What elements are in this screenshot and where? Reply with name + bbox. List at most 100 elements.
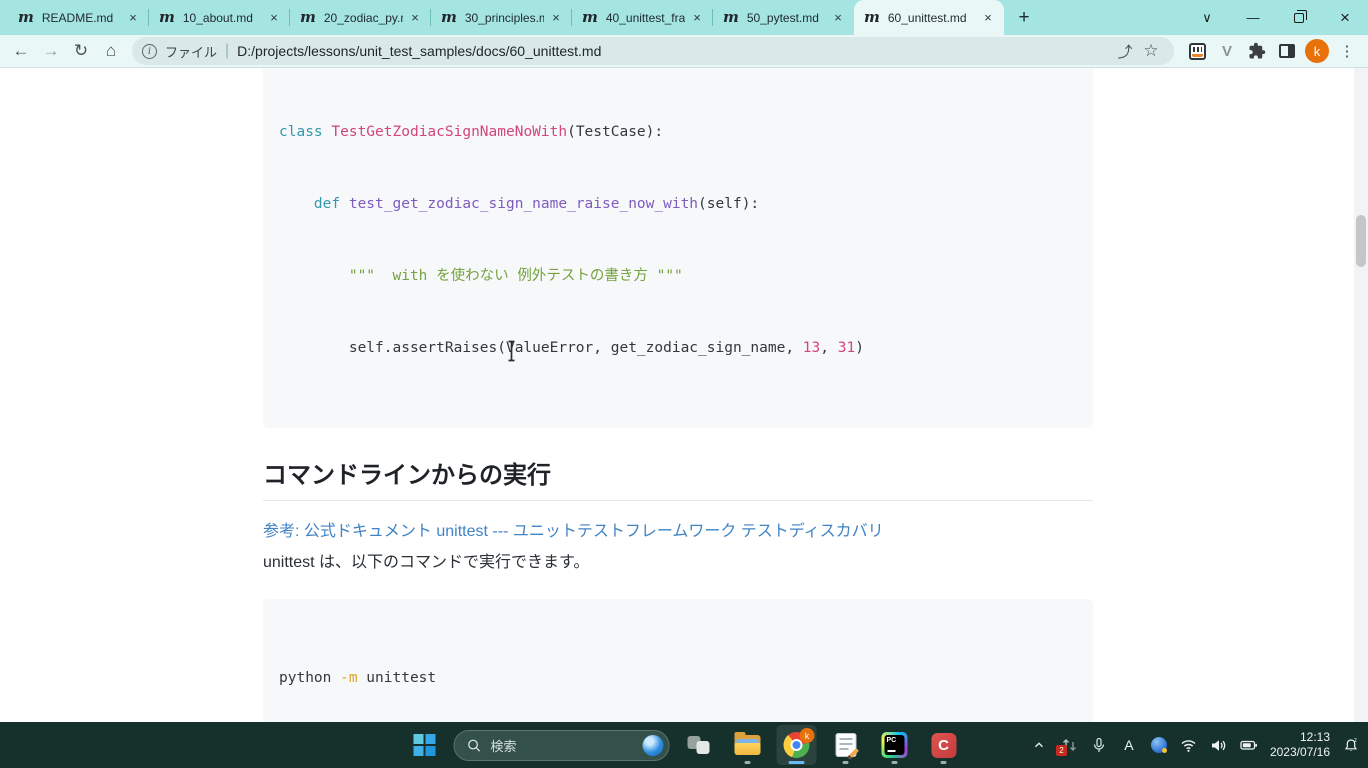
address-bar[interactable]: i ファイル | D:/projects/lessons/unit_test_s…	[132, 37, 1174, 65]
text-token: TestGetZodiacSignNameNoWith	[331, 124, 567, 140]
code-line: python -m unittest	[279, 666, 1077, 690]
back-button[interactable]: ←	[6, 37, 36, 65]
tab-close-icon[interactable]: ×	[980, 10, 996, 26]
battery-icon[interactable]	[1236, 728, 1262, 762]
tab-30-principles[interactable]: m 30_principles.md ×	[431, 0, 572, 35]
forward-button[interactable]: →	[36, 37, 66, 65]
markdown-favicon-icon: m	[159, 10, 175, 25]
running-indicator	[941, 761, 947, 764]
browser-menu-button[interactable]: ⋮	[1334, 38, 1360, 64]
microphone-icon[interactable]	[1086, 728, 1112, 762]
tray-chevron-up-icon[interactable]	[1026, 728, 1052, 762]
pycharm-button[interactable]: PC	[875, 725, 915, 765]
markdown-viewer-extension-icon[interactable]	[1184, 38, 1210, 64]
text-token: 31	[838, 340, 855, 356]
minimize-button[interactable]: —	[1230, 0, 1276, 35]
notepad-button[interactable]	[826, 725, 866, 765]
url-text[interactable]: D:/projects/lessons/unit_test_samples/do…	[237, 43, 1112, 59]
tab-50-pytest[interactable]: m 50_pytest.md ×	[713, 0, 854, 35]
reference-prefix: 参考:	[263, 523, 304, 540]
chrome-icon: k	[784, 732, 810, 758]
scrollbar[interactable]	[1354, 68, 1368, 722]
file-explorer-button[interactable]	[728, 725, 768, 765]
updater-tray-icon[interactable]: 2	[1056, 728, 1082, 762]
tab-label: 40_unittest_frame	[606, 11, 685, 25]
search-placeholder: 検索	[491, 736, 634, 755]
tab-20-zodiac[interactable]: m 20_zodiac_py.md ×	[290, 0, 431, 35]
text-token: )	[855, 340, 864, 356]
page-content: class TestGetZodiacSignNameNoWith(TestCa…	[0, 68, 1368, 722]
tab-40-unittest-framework[interactable]: m 40_unittest_frame ×	[572, 0, 713, 35]
tab-close-icon[interactable]: ×	[548, 10, 564, 26]
blue-globe-glyph	[1151, 737, 1167, 753]
chrome-profile-badge: k	[800, 728, 815, 743]
vimium-extension-icon[interactable]: V	[1214, 38, 1240, 64]
windows-taskbar: 検索 k PC	[0, 722, 1368, 768]
volume-icon[interactable]	[1206, 728, 1232, 762]
new-tab-button[interactable]: +	[1010, 4, 1038, 32]
doc-link-discovery[interactable]: テストディスカバリ	[741, 523, 884, 540]
section-heading: コマンドラインからの実行	[263, 455, 1093, 501]
code-line: def test_get_zodiac_sign_name_raise_now_…	[279, 192, 1077, 216]
text-token: """ with を使わない 例外テストの書き方 """	[349, 268, 683, 284]
notepad-icon	[835, 733, 856, 757]
tab-close-icon[interactable]: ×	[125, 10, 141, 26]
weather-widget-icon[interactable]	[1146, 728, 1172, 762]
tab-search-chevron-icon[interactable]: ∨	[1184, 0, 1230, 35]
scheme-separator: |	[225, 42, 229, 60]
notification-bell-dnd-icon[interactable]: z	[1338, 728, 1364, 762]
start-button[interactable]	[405, 725, 445, 765]
python-code-block: class TestGetZodiacSignNameNoWith(TestCa…	[263, 68, 1093, 428]
markdown-favicon-icon: m	[723, 10, 739, 25]
text-token: (self):	[698, 196, 759, 212]
tab-60-unittest-active[interactable]: m 60_unittest.md ×	[854, 0, 1004, 35]
task-view-icon	[688, 736, 710, 754]
restore-button[interactable]	[1276, 0, 1322, 35]
tab-close-icon[interactable]: ×	[689, 10, 705, 26]
puzzle-glyph	[1248, 42, 1266, 60]
ime-mode-indicator[interactable]: A	[1116, 728, 1142, 762]
side-panel-glyph	[1279, 44, 1295, 58]
share-icon[interactable]: ⤴	[1112, 39, 1138, 63]
scrollbar-thumb[interactable]	[1356, 215, 1366, 267]
side-panel-icon[interactable]	[1274, 38, 1300, 64]
close-button[interactable]: ×	[1322, 0, 1368, 35]
tab-close-icon[interactable]: ×	[266, 10, 282, 26]
tab-label: 60_unittest.md	[888, 11, 976, 25]
tab-close-icon[interactable]: ×	[830, 10, 846, 26]
tab-close-icon[interactable]: ×	[407, 10, 423, 26]
markdown-document: class TestGetZodiacSignNameNoWith(TestCa…	[263, 68, 1093, 722]
chrome-button[interactable]: k	[777, 725, 817, 765]
wifi-icon[interactable]	[1176, 728, 1202, 762]
avatar: k	[1305, 39, 1329, 63]
tab-10-about[interactable]: m 10_about.md ×	[149, 0, 290, 35]
pycharm-icon: PC	[882, 732, 908, 758]
tab-readme[interactable]: m README.md ×	[8, 0, 149, 35]
running-indicator	[745, 761, 751, 764]
page-info-icon[interactable]: i	[142, 44, 157, 59]
taskbar-search[interactable]: 検索	[454, 730, 670, 761]
code-line: """ with を使わない 例外テストの書き方 """	[279, 264, 1077, 288]
tab-label: 10_about.md	[183, 11, 262, 25]
tab-label: README.md	[42, 11, 121, 25]
text-token: python	[279, 670, 340, 686]
bookmark-star-icon[interactable]: ☆	[1138, 39, 1164, 63]
running-indicator	[892, 761, 898, 764]
clock[interactable]: 12:13 2023/07/16	[1270, 730, 1330, 760]
clock-time: 12:13	[1270, 730, 1330, 745]
text-token: def	[314, 196, 349, 212]
reload-button[interactable]: ↻	[66, 37, 96, 65]
text-token	[279, 196, 314, 212]
system-tray: 2 A 12:13 2023/07/16 z	[1026, 722, 1364, 768]
task-view-button[interactable]	[679, 725, 719, 765]
camtasia-button[interactable]: C	[924, 725, 964, 765]
command-code-block: python -m unittest	[263, 599, 1093, 722]
extensions-puzzle-icon[interactable]	[1244, 38, 1270, 64]
extensions-area: V k ⋮	[1184, 38, 1360, 64]
home-button[interactable]: ⌂	[96, 37, 126, 65]
markdown-favicon-icon: m	[18, 10, 34, 25]
code-line: class TestGetZodiacSignNameNoWith(TestCa…	[279, 120, 1077, 144]
doc-link-unittest[interactable]: 公式ドキュメント unittest --- ユニットテストフレームワーク	[304, 523, 736, 540]
profile-avatar[interactable]: k	[1304, 38, 1330, 64]
text-token: 13	[803, 340, 820, 356]
